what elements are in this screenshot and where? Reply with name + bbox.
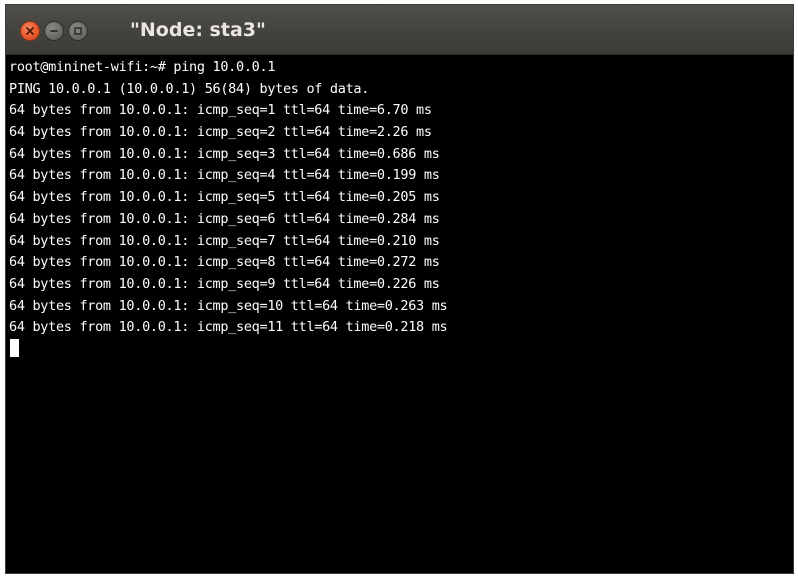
terminal-line: 64 bytes from 10.0.0.1: icmp_seq=5 ttl=6… [9, 189, 440, 206]
maximize-icon [74, 27, 82, 35]
terminal-line: 64 bytes from 10.0.0.1: icmp_seq=8 ttl=6… [9, 254, 440, 271]
terminal-window: "Node: sta3" root@mininet-wifi:~# ping 1… [5, 4, 794, 574]
terminal-line: PING 10.0.0.1 (10.0.0.1) 56(84) bytes of… [9, 80, 370, 97]
terminal-line: 64 bytes from 10.0.0.1: icmp_seq=4 ttl=6… [9, 167, 440, 184]
terminal-line: 64 bytes from 10.0.0.1: icmp_seq=1 ttl=6… [9, 102, 432, 119]
minimize-icon [50, 30, 58, 32]
maximize-button[interactable] [68, 21, 88, 41]
title-bar[interactable]: "Node: sta3" [6, 5, 793, 55]
terminal-line: 64 bytes from 10.0.0.1: icmp_seq=11 ttl=… [9, 319, 448, 336]
text-cursor [10, 338, 19, 357]
terminal-line: 64 bytes from 10.0.0.1: icmp_seq=3 ttl=6… [9, 145, 440, 162]
terminal-line: 64 bytes from 10.0.0.1: icmp_seq=9 ttl=6… [9, 275, 440, 292]
close-icon [26, 27, 34, 35]
terminal-prompt-line [9, 338, 793, 361]
terminal-line: 64 bytes from 10.0.0.1: icmp_seq=7 ttl=6… [9, 232, 440, 249]
terminal-line: 64 bytes from 10.0.0.1: icmp_seq=10 ttl=… [9, 297, 448, 314]
terminal-output[interactable]: root@mininet-wifi:~# ping 10.0.0.1 PING … [9, 57, 793, 573]
terminal-line: 64 bytes from 10.0.0.1: icmp_seq=6 ttl=6… [9, 210, 440, 227]
close-button[interactable] [20, 21, 40, 41]
window-title: "Node: sta3" [130, 19, 266, 41]
terminal-line: 64 bytes from 10.0.0.1: icmp_seq=2 ttl=6… [9, 124, 432, 141]
minimize-button[interactable] [44, 21, 64, 41]
terminal-line: root@mininet-wifi:~# ping 10.0.0.1 [9, 59, 276, 75]
